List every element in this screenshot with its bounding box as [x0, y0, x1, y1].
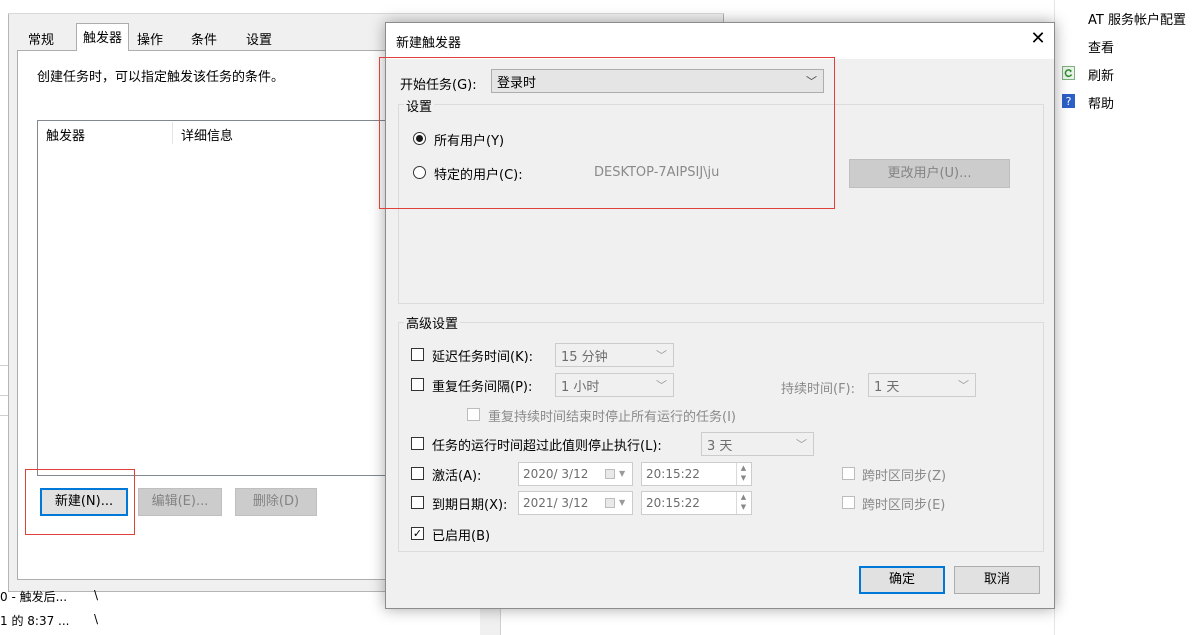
expire-label[interactable]: 到期日期(X): [432, 494, 507, 513]
expire-sync-checkbox[interactable] [842, 496, 855, 509]
task-list-row-slash: \ [94, 612, 99, 626]
highlight-box-new-button [25, 469, 135, 535]
help-icon: ? [1062, 94, 1075, 108]
delay-task-value: 15 分钟 [561, 350, 608, 365]
expire-time-value: 20:15:22 [646, 496, 700, 510]
chevron-down-icon[interactable]: ▼ [619, 469, 625, 478]
chevron-down-icon[interactable]: ▼ [619, 498, 625, 507]
expire-checkbox[interactable] [411, 496, 424, 509]
stop-if-longer-select[interactable]: 3 天 ﹀ [701, 432, 814, 456]
chevron-down-icon: ﹀ [656, 379, 667, 392]
left-edge-divider [0, 415, 8, 416]
change-user-button[interactable]: 更改用户(U)... [849, 159, 1010, 188]
expire-date-value: 2021/ 3/12 [523, 496, 589, 510]
expire-date-field[interactable]: 2021/ 3/12 [518, 491, 633, 515]
task-list-row-slash: \ [94, 588, 99, 602]
advanced-group-title: 高级设置 [404, 313, 461, 332]
expire-time-spinner[interactable]: ▲ ▼ [736, 492, 750, 514]
duration-value: 1 天 [874, 380, 900, 395]
left-edge-divider [0, 395, 8, 396]
delay-task-select[interactable]: 15 分钟 ﹀ [555, 343, 674, 367]
repeat-task-checkbox[interactable] [411, 378, 424, 391]
column-header-trigger[interactable]: 触发器 [46, 125, 85, 144]
stop-if-longer-label[interactable]: 任务的运行时间超过此值则停止执行(L): [432, 435, 662, 454]
svg-text:?: ? [1066, 95, 1072, 108]
stop-if-longer-value: 3 天 [707, 439, 733, 454]
activate-date-value: 2020/ 3/12 [523, 467, 589, 481]
repeat-task-label[interactable]: 重复任务间隔(P): [432, 376, 532, 395]
tab-actions[interactable]: 操作 [131, 26, 169, 50]
delete-trigger-button[interactable]: 删除(D) [235, 488, 317, 516]
stop-at-duration-end-checkbox[interactable] [467, 408, 480, 421]
expire-sync-label[interactable]: 跨时区同步(E) [862, 494, 945, 513]
duration-label: 持续时间(F): [781, 382, 856, 397]
refresh-icon [1062, 66, 1075, 80]
chevron-down-icon: ﹀ [958, 379, 969, 392]
close-icon[interactable]: ✕ [1029, 27, 1047, 51]
chevron-down-icon: ﹀ [796, 438, 807, 451]
activate-sync-label[interactable]: 跨时区同步(Z) [862, 465, 946, 484]
action-at-service-account[interactable]: AT 服务帐户配置 [1088, 9, 1186, 28]
task-list-row: 1 的 8:37 ... [0, 614, 70, 628]
dialog-title: 新建触发器 [396, 36, 462, 51]
ok-button[interactable]: 确定 [859, 566, 945, 594]
tab-triggers[interactable]: 触发器 [76, 23, 130, 51]
column-header-details[interactable]: 详细信息 [181, 125, 233, 144]
activate-time-spinner[interactable]: ▲ ▼ [736, 463, 750, 485]
activate-date-field[interactable]: 2020/ 3/12 [518, 462, 633, 486]
dialog-titlebar [386, 23, 1054, 59]
triggers-list[interactable] [37, 120, 387, 476]
calendar-icon[interactable] [605, 498, 615, 508]
chevron-down-icon: ﹀ [656, 349, 667, 362]
tab-settings[interactable]: 设置 [240, 26, 278, 50]
triggers-description: 创建任务时，可以指定触发该任务的条件。 [37, 70, 285, 85]
repeat-interval-value: 1 小时 [561, 380, 600, 395]
highlight-box-begin-task [379, 57, 835, 209]
cancel-button[interactable]: 取消 [954, 566, 1040, 594]
delay-task-checkbox[interactable] [411, 348, 424, 361]
stop-if-longer-checkbox[interactable] [411, 437, 424, 450]
column-separator [172, 122, 173, 144]
enabled-checkbox[interactable]: ✓ [411, 527, 424, 540]
task-properties-titlebar [8, 0, 724, 14]
action-help[interactable]: 帮助 [1088, 93, 1114, 112]
action-view[interactable]: 查看 [1088, 37, 1114, 56]
tab-general[interactable]: 常规 [22, 26, 60, 50]
activate-time-value: 20:15:22 [646, 467, 700, 481]
task-list-row: 0 - 触发后... [0, 590, 68, 604]
actions-panel [1054, 0, 1196, 635]
delay-task-label[interactable]: 延迟任务时间(K): [432, 346, 533, 365]
action-refresh[interactable]: 刷新 [1088, 65, 1114, 84]
calendar-icon[interactable] [605, 469, 615, 479]
duration-select[interactable]: 1 天 ﹀ [868, 373, 976, 397]
tab-conditions[interactable]: 条件 [185, 26, 223, 50]
left-edge-divider [0, 365, 8, 366]
edit-trigger-button[interactable]: 编辑(E)... [138, 488, 222, 516]
repeat-interval-select[interactable]: 1 小时 ﹀ [555, 373, 674, 397]
stop-at-duration-end-label[interactable]: 重复持续时间结束时停止所有运行的任务(I) [488, 406, 736, 425]
enabled-label[interactable]: 已启用(B) [432, 525, 490, 544]
activate-checkbox[interactable] [411, 467, 424, 480]
activate-label[interactable]: 激活(A): [432, 465, 481, 484]
activate-sync-checkbox[interactable] [842, 467, 855, 480]
